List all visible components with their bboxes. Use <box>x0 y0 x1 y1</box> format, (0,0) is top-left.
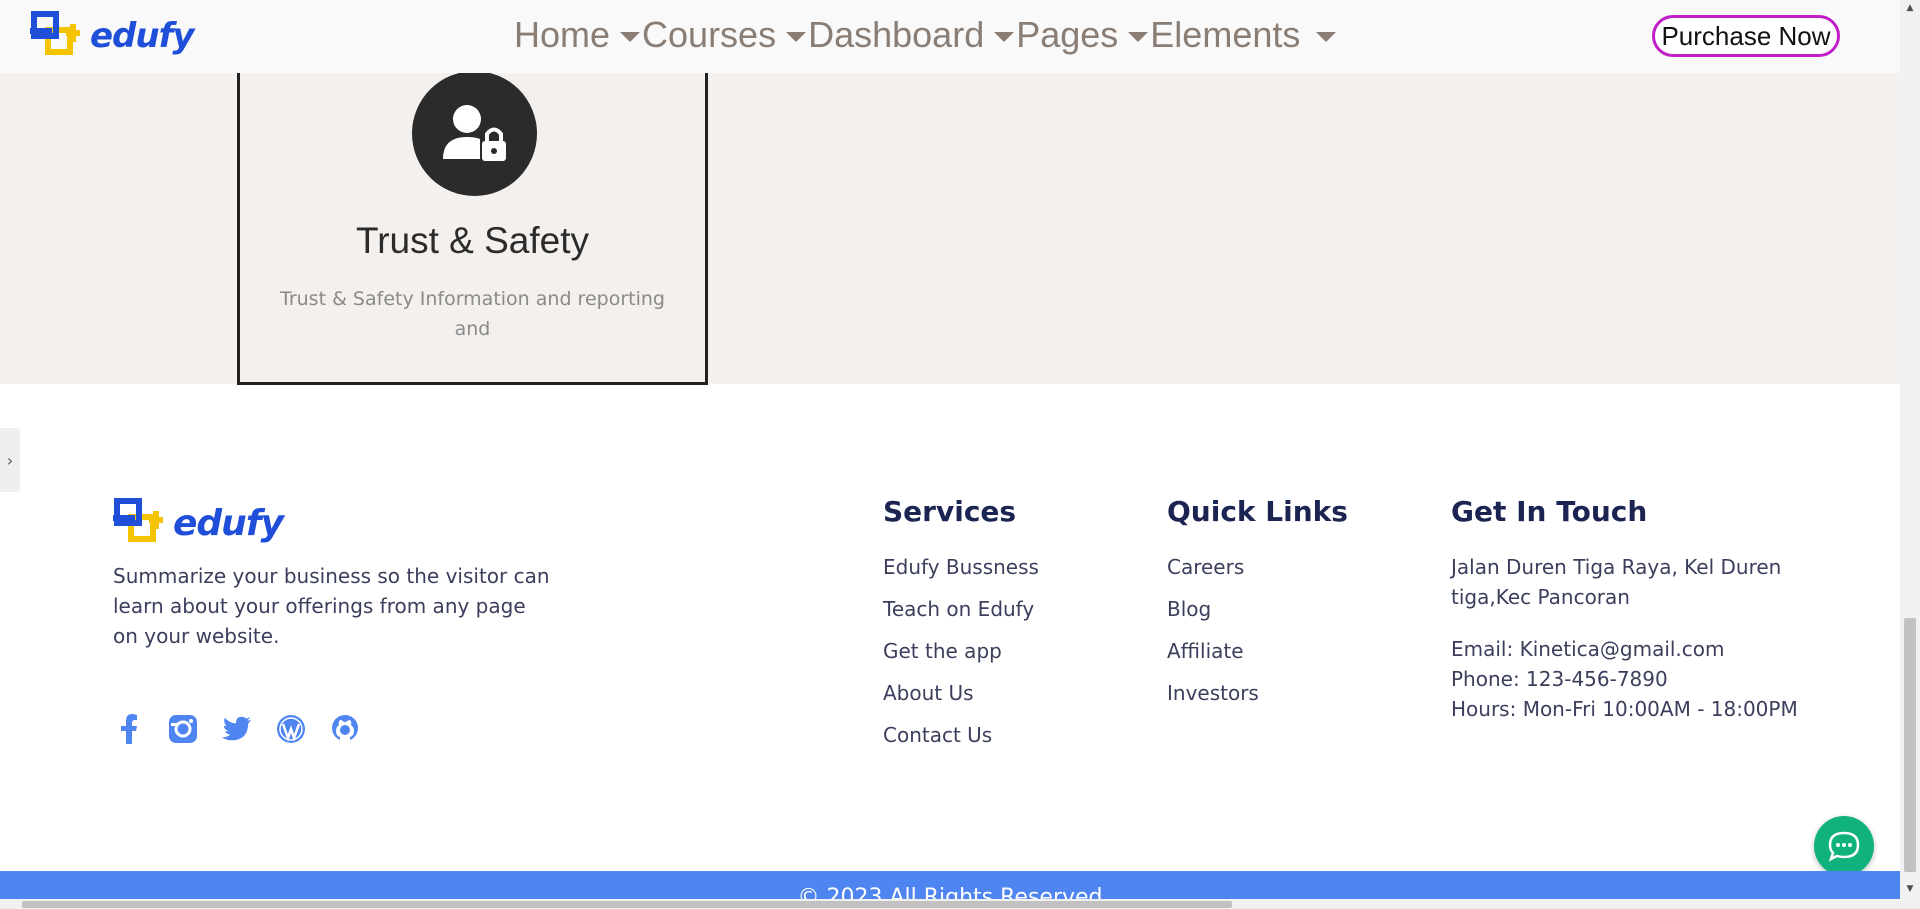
vertical-scroll-thumb[interactable] <box>1904 618 1916 872</box>
horizontal-scrollbar[interactable] <box>0 899 1900 909</box>
contact-phone: Phone: 123-456-7890 <box>1451 667 1668 691</box>
scroll-up-arrow-icon[interactable]: ▲ <box>1900 0 1920 16</box>
edufy-logo-icon <box>113 498 163 542</box>
nav-elements[interactable]: Elements <box>1150 14 1338 56</box>
chevron-down-icon <box>1316 32 1337 42</box>
services-link-about[interactable]: About Us <box>883 678 1039 708</box>
horizontal-scroll-thumb[interactable] <box>22 901 1232 908</box>
services-link-get-app[interactable]: Get the app <box>883 636 1039 666</box>
vertical-scrollbar[interactable]: ▲ ▼ <box>1900 0 1920 909</box>
contact-heading: Get In Touch <box>1451 495 1648 528</box>
logo-wordmark: edufy <box>90 16 195 56</box>
purchase-now-button[interactable]: Purchase Now <box>1652 15 1840 57</box>
footer-quick-links-column: Quick Links Careers Blog Affiliate Inves… <box>1167 495 1348 720</box>
chevron-down-icon <box>1128 32 1149 42</box>
card-description: Trust & Safety Information and reporting… <box>280 288 665 340</box>
chat-bubble-icon <box>1828 831 1860 862</box>
quick-link-affiliate[interactable]: Affiliate <box>1167 636 1348 666</box>
contact-hours: Hours: Mon-Fri 10:00AM - 18:00PM <box>1451 697 1798 721</box>
quick-links-heading: Quick Links <box>1167 495 1348 528</box>
user-lock-icon <box>443 105 506 161</box>
footer-logo-wordmark: edufy <box>173 502 284 544</box>
trust-safety-card[interactable]: Trust & Safety Trust & Safety Informatio… <box>237 60 708 385</box>
chevron-down-icon <box>786 32 807 42</box>
footer-contact-column: Get In Touch Jalan Duren Tiga Raya, Kel … <box>1451 495 1821 724</box>
quick-link-careers[interactable]: Careers <box>1167 552 1348 582</box>
nav-courses-label: Courses <box>642 14 777 55</box>
chevron-down-icon <box>994 32 1015 42</box>
chevron-down-icon <box>620 32 641 42</box>
twitter-icon <box>222 716 252 741</box>
chevron-right-icon: › <box>6 450 14 470</box>
footer-services-column: Services Edufy Bussness Teach on Edufy G… <box>883 495 1039 762</box>
github-link[interactable] <box>330 712 360 746</box>
wordpress-icon <box>277 715 305 743</box>
nav-home-label: Home <box>514 14 611 55</box>
nav-dashboard[interactable]: Dashboard <box>808 14 1016 56</box>
services-link-teach[interactable]: Teach on Edufy <box>883 594 1039 624</box>
github-icon <box>332 715 358 743</box>
edufy-logo-icon <box>30 11 80 55</box>
instagram-icon <box>169 715 197 743</box>
nav-courses[interactable]: Courses <box>642 14 808 56</box>
instagram-link[interactable] <box>168 712 198 746</box>
twitter-link[interactable] <box>222 712 252 746</box>
footer-description: Summarize your business so the visitor c… <box>113 564 550 648</box>
facebook-link[interactable] <box>114 712 144 746</box>
contact-address: Jalan Duren Tiga Raya, Kel Duren tiga,Ke… <box>1451 555 1782 609</box>
services-link-edufy-business[interactable]: Edufy Bussness <box>883 552 1039 582</box>
quick-link-blog[interactable]: Blog <box>1167 594 1348 624</box>
chat-button[interactable] <box>1814 816 1874 876</box>
card-title: Trust & Safety <box>355 220 590 261</box>
social-links <box>114 712 360 746</box>
contact-email: Email: Kinetica@gmail.com <box>1451 637 1725 661</box>
nav-pages-label: Pages <box>1016 14 1119 55</box>
side-drawer-toggle[interactable]: › <box>0 428 20 492</box>
wordpress-link[interactable] <box>276 712 306 746</box>
services-link-contact[interactable]: Contact Us <box>883 720 1039 750</box>
facebook-icon <box>121 714 137 744</box>
nav-dashboard-label: Dashboard <box>808 14 985 55</box>
nav-elements-label: Elements <box>1150 14 1301 55</box>
nav-home[interactable]: Home <box>514 14 642 56</box>
header-logo[interactable]: edufy <box>30 8 195 64</box>
services-heading: Services <box>883 495 1017 528</box>
footer-logo[interactable]: edufy <box>113 495 284 551</box>
nav-pages[interactable]: Pages <box>1016 14 1150 56</box>
main-nav: Home Courses Dashboard Pages Elements <box>514 14 1338 56</box>
scroll-down-arrow-icon[interactable]: ▼ <box>1900 881 1920 897</box>
site-header: edufy Home Courses Dashboard Pages Eleme… <box>0 0 1900 73</box>
quick-link-investors[interactable]: Investors <box>1167 678 1348 708</box>
card-icon-circle <box>412 71 537 196</box>
